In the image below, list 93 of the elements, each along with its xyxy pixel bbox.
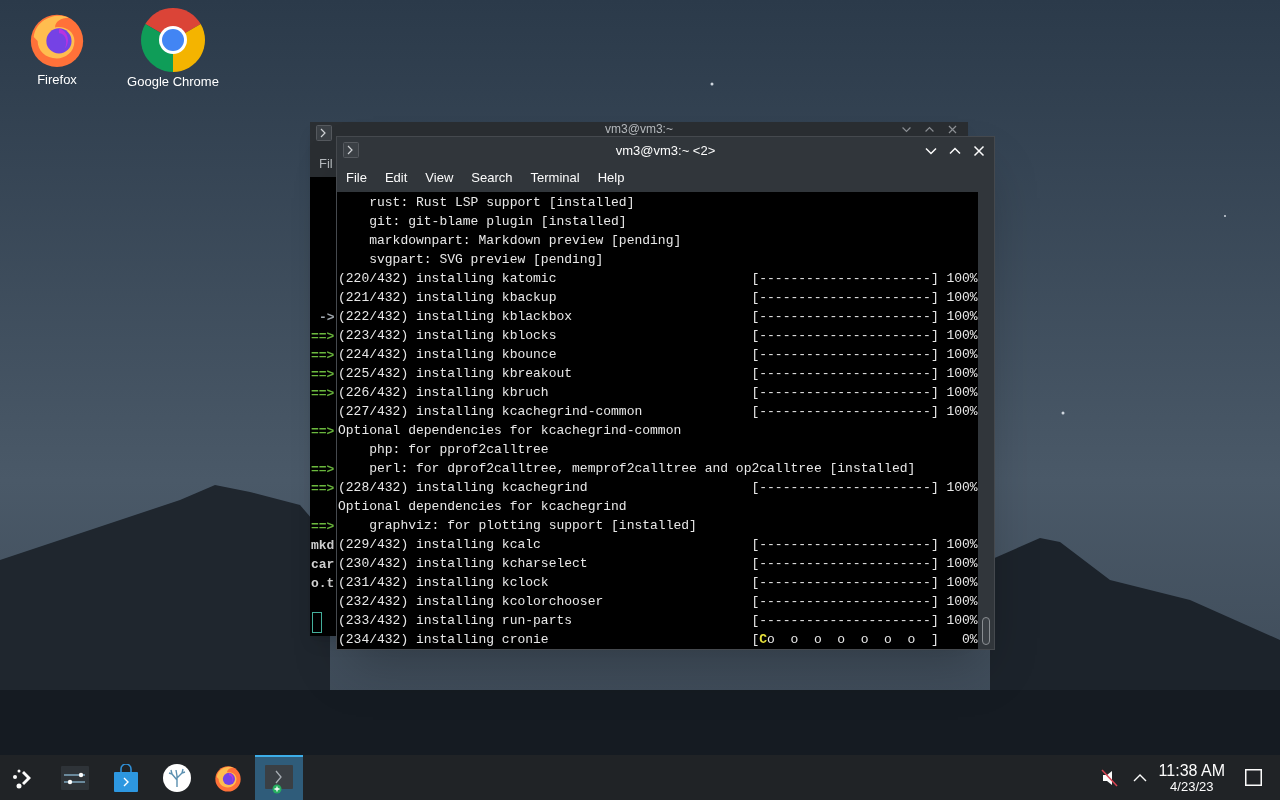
progress-bar-text: [----------------------] — [751, 289, 939, 307]
terminal-icon — [343, 142, 359, 158]
desktop-shortcut[interactable]: Google Chrome — [125, 8, 221, 90]
terminal-text: ==> — [311, 386, 335, 401]
terminal-line: Optional dependencies for kcachegrind-common — [338, 422, 682, 440]
terminal-line: svgpart: SVG preview [pending] — [368, 251, 604, 269]
progress-dots-text: o o o o o o o ] — [767, 631, 939, 649]
percent-text: 100% — [945, 289, 978, 307]
bracket-text: [ — [751, 631, 760, 649]
progress-bar-text: [----------------------] — [751, 574, 939, 592]
menu-item[interactable]: View — [416, 168, 463, 188]
progress-bar-text: [----------------------] — [751, 403, 939, 421]
terminal-icon — [264, 763, 294, 794]
terminal-line: (226/432) installing kbruch — [338, 384, 550, 402]
progress-bar-text: [----------------------] — [751, 536, 939, 554]
percent-text: 100% — [945, 270, 978, 288]
window-title: vm3@vm3:~ — [605, 123, 673, 136]
progress-bar-text: [----------------------] — [751, 479, 939, 497]
terminal-text: -> — [319, 310, 335, 325]
terminal-line: rust: Rust LSP support [installed] — [368, 194, 635, 212]
percent-text: 100% — [945, 612, 978, 630]
shopping-bag-icon — [113, 763, 139, 792]
progress-bar-text: [----------------------] — [751, 270, 939, 288]
desktop-shortcut[interactable]: Firefox — [9, 8, 105, 90]
progress-bar-text: [----------------------] — [751, 308, 939, 326]
sliders-icon — [61, 765, 89, 790]
terminal-icon — [316, 125, 332, 141]
percent-text: 100% — [945, 536, 978, 554]
terminal-text: ==> — [311, 329, 335, 344]
terminal-line: (231/432) installing kclock — [338, 574, 550, 592]
menu-item[interactable]: Help — [588, 168, 634, 188]
progress-bar-text: [----------------------] — [751, 593, 939, 611]
terminal-text: ==> — [311, 462, 335, 477]
percent-text: 0% — [961, 631, 978, 649]
scrollbar-thumb[interactable] — [982, 617, 990, 645]
coral-icon — [163, 763, 191, 792]
terminal-text: ==> — [311, 424, 335, 439]
progress-bar-text: [----------------------] — [751, 612, 939, 630]
muted-speaker-icon[interactable] — [1100, 768, 1119, 787]
terminal-text: o.t — [311, 576, 335, 591]
terminal-line: graphviz: for plotting support [installed] — [368, 517, 697, 535]
clock[interactable]: 11:38 AM 4/23/23 — [1158, 761, 1225, 794]
terminal-line: (228/432) installing kcachegrind — [338, 479, 589, 497]
percent-text: 100% — [945, 308, 978, 326]
percent-text: 100% — [945, 555, 978, 573]
terminal-text: car — [311, 557, 335, 572]
terminal-line: markdownpart: Markdown preview [pending] — [368, 232, 682, 250]
percent-text: 100% — [945, 384, 978, 402]
progress-bar-text: [----------------------] — [751, 555, 939, 573]
progress-bar-text: [----------------------] — [751, 365, 939, 383]
text-cursor — [312, 612, 322, 633]
pacman-glyph: C — [759, 631, 768, 649]
terminal-line: (224/432) installing kbounce — [338, 346, 558, 364]
percent-text: 100% — [945, 574, 978, 592]
menu-item[interactable]: Search — [462, 168, 522, 188]
terminal-line: (221/432) installing kbackup — [338, 289, 558, 307]
terminal-line: (230/432) installing kcharselect — [338, 555, 589, 573]
menu-item[interactable]: Edit — [375, 168, 417, 188]
progress-bar-text: [----------------------] — [751, 327, 939, 345]
menu-item[interactable]: File — [337, 168, 376, 188]
percent-text: 100% — [945, 365, 978, 383]
terminal-text: ==> — [311, 367, 335, 382]
terminal-line: php: for pprof2calltree — [368, 441, 549, 459]
terminal-text: ==> — [311, 481, 335, 496]
terminal-line: (232/432) installing kcolorchooser — [338, 593, 605, 611]
terminal-line: (222/432) installing kblackbox — [338, 308, 574, 326]
scrollbar[interactable] — [978, 192, 994, 649]
terminal-text: mkd — [311, 538, 335, 553]
percent-text: 100% — [945, 479, 978, 497]
percent-text: 100% — [945, 346, 978, 364]
terminal-line: (225/432) installing kbreakout — [338, 365, 574, 383]
terminal-line: (234/432) installing cronie — [338, 631, 550, 649]
terminal-text: ==> — [311, 519, 335, 534]
terminal-text: ==> — [311, 348, 335, 363]
percent-text: 100% — [945, 593, 978, 611]
terminal-line: git: git-blame plugin [installed] — [368, 213, 627, 231]
chevron-up-icon[interactable] — [1132, 772, 1147, 783]
menu-item[interactable]: Fil — [319, 153, 333, 174]
progress-bar-text: [----------------------] — [751, 346, 939, 364]
terminal-line: (227/432) installing kcachegrind-common — [338, 403, 644, 421]
percent-text: 100% — [945, 327, 978, 345]
window-title: vm3@vm3:~ <2> — [615, 141, 716, 160]
menu-item[interactable]: Terminal — [521, 168, 589, 188]
terminal-line: perl: for dprof2calltree, memprof2calltree and op2calltree [installed] — [368, 460, 916, 478]
terminal-line: Optional dependencies for kcachegrind — [338, 498, 627, 516]
terminal-line: (233/432) installing run-parts — [338, 612, 574, 630]
terminal-line: (223/432) installing kblocks — [338, 327, 558, 345]
chrome-icon — [141, 8, 205, 72]
percent-text: 100% — [945, 403, 978, 421]
terminal-line: (229/432) installing kcalc — [338, 536, 542, 554]
progress-bar-text: [----------------------] — [751, 384, 939, 402]
terminal-line: (220/432) installing katomic — [338, 270, 558, 288]
show-desktop-icon[interactable] — [1245, 769, 1262, 786]
